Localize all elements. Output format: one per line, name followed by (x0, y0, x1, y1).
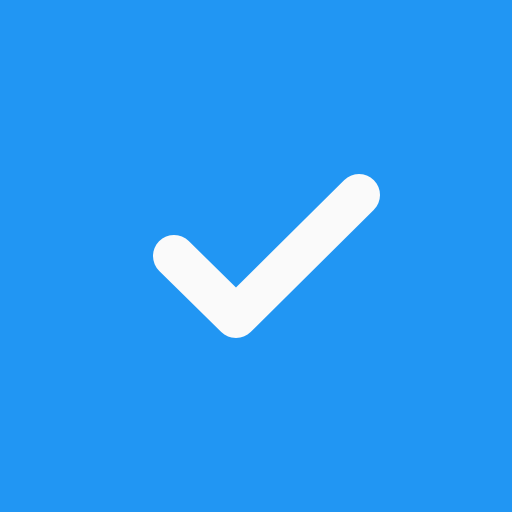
checkmark-icon (153, 174, 380, 338)
checkmark-tile (0, 0, 512, 512)
checkmark-stroke (153, 174, 380, 338)
